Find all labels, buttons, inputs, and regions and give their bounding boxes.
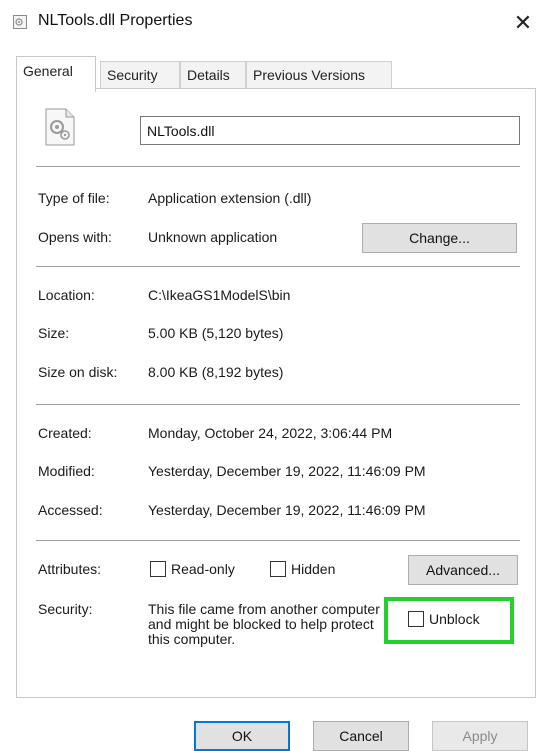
unblock-checkbox-box[interactable] <box>408 611 424 627</box>
close-button[interactable]: ✕ <box>508 6 538 40</box>
read-only-label: Read-only <box>171 561 235 577</box>
dll-file-icon <box>13 15 27 29</box>
accessed-label: Accessed: <box>38 502 103 518</box>
read-only-checkbox-box[interactable] <box>150 561 166 577</box>
ok-button[interactable]: OK <box>194 721 290 751</box>
attributes-label: Attributes: <box>38 561 102 577</box>
created-value: Monday, October 24, 2022, 3:06:44 PM <box>148 425 393 441</box>
separator <box>36 540 520 541</box>
close-icon: ✕ <box>513 10 533 35</box>
apply-button[interactable]: Apply <box>432 721 528 751</box>
location-label: Location: <box>38 287 95 303</box>
tab-general[interactable]: General <box>16 56 96 92</box>
dll-file-icon <box>45 108 75 146</box>
security-warning-text: This file came from another computer and… <box>148 601 380 647</box>
advanced-button[interactable]: Advanced... <box>408 555 518 585</box>
security-label: Security: <box>38 601 93 617</box>
separator <box>36 266 520 267</box>
change-button[interactable]: Change... <box>362 223 517 253</box>
unblock-label: Unblock <box>429 611 480 627</box>
hidden-checkbox-box[interactable] <box>270 561 286 577</box>
created-label: Created: <box>38 425 92 441</box>
opens-with-label: Opens with: <box>38 229 112 245</box>
opens-with-value: Unknown application <box>148 229 278 245</box>
title-bar: NLTools.dll Properties ✕ <box>0 0 538 44</box>
accessed-value: Yesterday, December 19, 2022, 11:46:09 P… <box>148 502 426 518</box>
size-on-disk-label: Size on disk: <box>38 364 118 380</box>
tab-security[interactable]: Security <box>100 61 180 88</box>
size-label: Size: <box>38 325 70 341</box>
tab-details[interactable]: Details <box>180 61 246 88</box>
hidden-checkbox[interactable]: Hidden <box>270 561 335 577</box>
hidden-label: Hidden <box>291 561 336 577</box>
separator <box>36 166 520 167</box>
type-of-file-value: Application extension (.dll) <box>148 190 312 206</box>
size-value: 5.00 KB (5,120 bytes) <box>148 325 284 341</box>
tab-strip: General Security Details Previous Versio… <box>16 56 392 92</box>
separator <box>36 404 520 405</box>
type-of-file-label: Type of file: <box>38 190 110 206</box>
cancel-button[interactable]: Cancel <box>313 721 409 751</box>
modified-value: Yesterday, December 19, 2022, 11:46:09 P… <box>148 463 426 479</box>
file-name-field[interactable] <box>140 116 520 145</box>
unblock-checkbox[interactable]: Unblock <box>408 611 480 627</box>
size-on-disk-value: 8.00 KB (8,192 bytes) <box>148 364 284 380</box>
modified-label: Modified: <box>38 463 95 479</box>
read-only-checkbox[interactable]: Read-only <box>150 561 235 577</box>
window-title: NLTools.dll Properties <box>38 12 193 29</box>
location-value: C:\IkeaGS1ModelS\bin <box>148 287 291 303</box>
tab-previous-versions[interactable]: Previous Versions <box>246 61 392 88</box>
